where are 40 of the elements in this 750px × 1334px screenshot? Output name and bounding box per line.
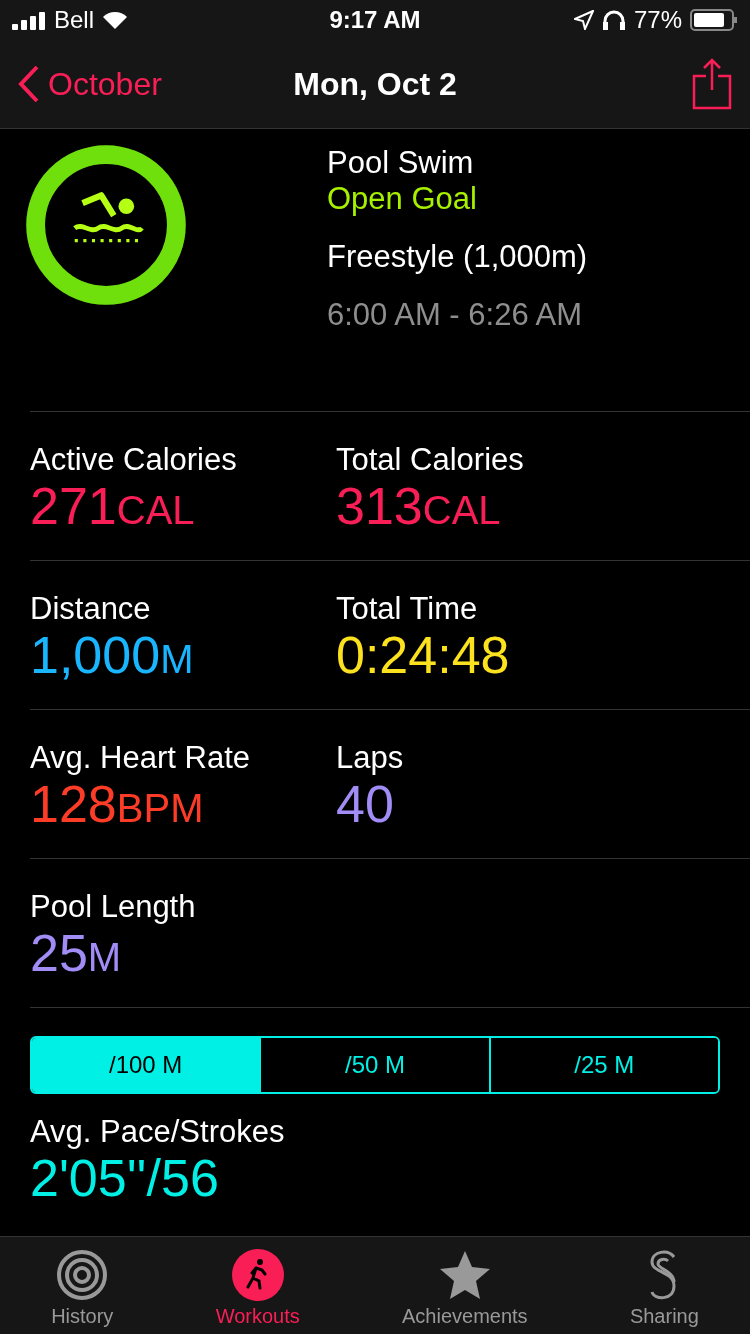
tab-bar-item[interactable]: Achievements: [396, 1237, 534, 1334]
metric-label: Avg. Heart Rate: [30, 740, 251, 776]
tab-bar-item[interactable]: Sharing: [623, 1237, 705, 1334]
segment-tab[interactable]: /25 M: [488, 1038, 718, 1092]
wifi-icon: [102, 10, 129, 30]
metric-value: 1,000M: [30, 627, 195, 685]
metric-label: Laps: [336, 740, 405, 776]
metric-value: 0:24:48: [336, 627, 511, 685]
metric-label: Total Calories: [336, 442, 525, 478]
workout-name: Pool Swim: [327, 145, 475, 181]
rings-icon: [56, 1249, 109, 1301]
nav-title: Mon, Oct 2: [293, 65, 457, 103]
time-range: 6:00 AM - 6:26 AM: [327, 297, 584, 333]
location-arrow-icon: [573, 10, 594, 30]
headphones-icon: [601, 9, 626, 31]
signal-icon: [12, 10, 46, 30]
metric-value: 2'05''/56: [30, 1150, 220, 1208]
metric-value: 40: [336, 776, 395, 834]
metric-label: Distance: [30, 591, 152, 627]
share-icon[interactable]: [692, 58, 732, 110]
battery-icon: [690, 9, 738, 31]
back-button[interactable]: October: [18, 65, 218, 103]
metric-label: Pool Length: [30, 889, 197, 925]
status-time: 9:17 AM: [329, 6, 421, 34]
metric-value: 313CAL: [336, 478, 502, 536]
goal-type: Open Goal: [327, 181, 478, 217]
metric-label: Active Calories: [30, 442, 238, 478]
carrier-name: Bell: [54, 6, 95, 34]
metric-value: 128BPM: [30, 776, 205, 834]
metric-value: 25M: [30, 925, 123, 983]
runner-icon: [231, 1249, 284, 1301]
metric-label: Avg. Pace/Strokes: [30, 1114, 286, 1150]
battery-percent: 77%: [633, 6, 682, 34]
stroke-type: Freestyle (1,000m): [327, 239, 588, 275]
chevron-left-icon: [18, 65, 40, 103]
segment-tab[interactable]: /100 M: [32, 1038, 260, 1092]
metric-value: 271CAL: [30, 478, 196, 536]
tab-bar-item[interactable]: Workouts: [209, 1237, 306, 1334]
metric-label: Total Time: [336, 591, 479, 627]
tab-bar-item[interactable]: History: [45, 1237, 120, 1334]
